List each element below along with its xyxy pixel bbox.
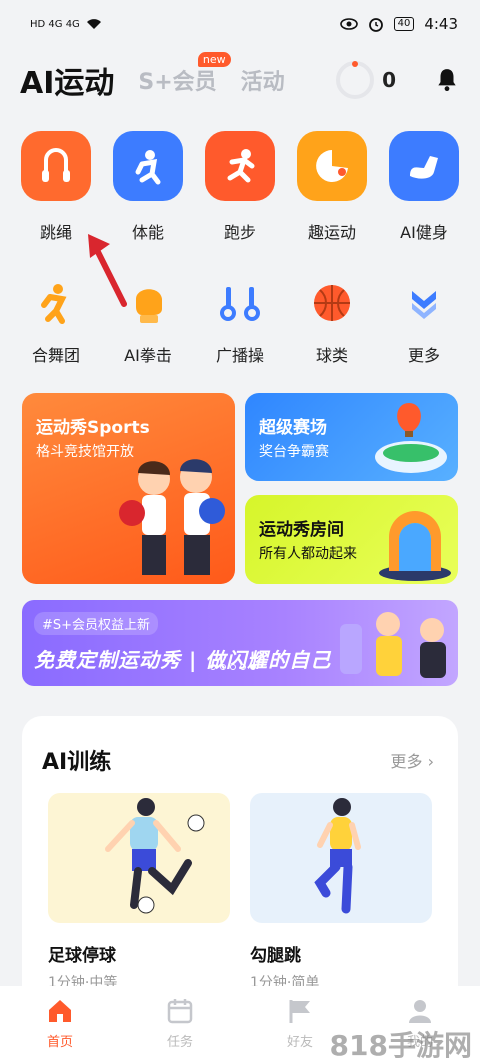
signal-text: HD 4G 4G (30, 18, 80, 30)
ai-training-section: AI训练 更多 › 足球停球 1分钟·中等 勾腿跳 1分钟·简单 (22, 716, 458, 1016)
course-name: 勾腿跳 (250, 946, 301, 966)
banner-subtitle: 所有人都动起来 (259, 546, 357, 562)
soccer-player-icon (105, 798, 205, 914)
carousel-dot[interactable] (240, 664, 246, 670)
carousel-dot[interactable] (210, 664, 216, 670)
battery-indicator: 40 (393, 17, 415, 31)
nav-tasks[interactable]: 任务 (140, 997, 220, 1050)
fun-sport-icon (297, 131, 367, 201)
carousel-dot[interactable] (230, 664, 236, 670)
new-badge: new (197, 52, 231, 67)
feature-jump-rope[interactable]: 跳绳 (10, 131, 102, 243)
app-header: AI运动 S+会员 new 活动 0 (20, 52, 460, 105)
ai-fitness-icon (389, 131, 459, 201)
running-icon (205, 131, 275, 201)
more-link[interactable]: 更多 › (391, 748, 435, 772)
tab-activity[interactable]: 活动 (241, 64, 285, 96)
flag-icon (289, 1000, 310, 1023)
feature-label: 更多 (407, 346, 440, 365)
nav-label: 好友 (286, 1035, 313, 1050)
characters-illustration-icon (340, 612, 446, 678)
feature-label: 广播操 (215, 346, 264, 365)
banner-title: 超级赛场 (259, 418, 327, 438)
feature-dance[interactable]: 合舞团 (10, 278, 102, 366)
feature-label: 球类 (315, 346, 348, 365)
eye-icon (339, 18, 358, 30)
carousel-dot-active[interactable] (250, 664, 256, 670)
profile-icon (409, 1000, 431, 1023)
status-signal: HD 4G 4G (30, 18, 102, 30)
feature-fitness[interactable]: 体能 (102, 131, 194, 243)
banner-sports-show[interactable]: 运动秀Sports 格斗竞技馆开放 (22, 393, 235, 584)
course-card[interactable]: 勾腿跳 1分钟·简单 (250, 793, 432, 992)
banner-title: 运动秀Sports (36, 418, 150, 438)
course-card[interactable]: 足球停球 1分钟·中等 (48, 793, 230, 992)
nav-label: 任务 (166, 1035, 193, 1050)
feature-exercise[interactable]: 广播操 (194, 278, 286, 366)
nav-friends[interactable]: 好友 (260, 997, 340, 1050)
feature-label: AI拳击 (124, 346, 172, 365)
feature-boxing[interactable]: AI拳击 (102, 278, 194, 366)
promo-tag: #S+会员权益上新 (34, 612, 159, 635)
carousel-dot[interactable] (220, 664, 226, 670)
clock: 4:43 (424, 15, 458, 33)
alarm-icon (368, 18, 383, 32)
fitness-icon (113, 131, 183, 201)
banner-show-room[interactable]: 运动秀房间 所有人都动起来 (245, 495, 458, 584)
boxers-illustration-icon (119, 459, 225, 575)
watermark: 818手游网 (329, 1029, 472, 1061)
feature-ai-fitness[interactable]: AI健身 (378, 131, 470, 243)
more-chevron-icon (399, 278, 449, 328)
exercise-icon (215, 278, 265, 328)
promo-banner[interactable]: #S+会员权益上新 免费定制运动秀 | 做闪耀的自己 (22, 600, 458, 686)
tab-vip-label: S+会员 (138, 70, 217, 95)
feature-running[interactable]: 跑步 (194, 131, 286, 243)
course-name: 足球停球 (48, 946, 116, 966)
banner-subtitle: 奖台争霸赛 (259, 444, 329, 460)
feature-more[interactable]: 更多 (378, 278, 470, 366)
status-bar: HD 4G 4G 40 4:43 (0, 0, 480, 48)
calendar-icon (167, 999, 193, 1024)
tab-vip[interactable]: S+会员 new (138, 52, 231, 96)
boxing-glove-icon (123, 278, 173, 328)
feature-label: 跑步 (223, 223, 256, 242)
promo-headline: 免费定制运动秀 | 做闪耀的自己 (34, 648, 332, 672)
feature-label: 体能 (131, 223, 164, 242)
feature-fun-sport[interactable]: 趣运动 (286, 131, 378, 243)
course-thumbnail (48, 793, 230, 923)
feature-label: 趣运动 (307, 223, 356, 242)
feature-label: 合舞团 (31, 346, 80, 365)
more-link-label: 更多 (390, 752, 423, 771)
portal-arch-icon (379, 511, 451, 581)
banner-title: 运动秀房间 (259, 520, 344, 540)
stadium-balloon-icon (375, 403, 447, 473)
nav-label: 首页 (46, 1035, 73, 1050)
section-title: AI训练 (42, 750, 112, 775)
nav-home[interactable]: 首页 (20, 997, 100, 1050)
bell-icon[interactable] (434, 67, 460, 93)
dance-icon (31, 278, 81, 328)
feature-label: AI健身 (400, 223, 448, 242)
wifi-icon (86, 19, 101, 29)
energy-ring-icon[interactable] (336, 61, 375, 99)
feature-grid-secondary: 合舞团 AI拳击 广播操 球类 更多 (0, 278, 480, 366)
feature-grid-primary: 跳绳 体能 跑步 趣运动 AI健身 (0, 131, 480, 243)
banner-super-arena[interactable]: 超级赛场 奖台争霸赛 (245, 393, 458, 481)
home-icon (49, 1000, 71, 1022)
hook-jump-player-icon (314, 798, 361, 914)
feature-label: 跳绳 (39, 223, 72, 242)
feature-ball[interactable]: 球类 (286, 278, 378, 366)
course-thumbnail (250, 793, 432, 923)
jump-rope-icon (21, 131, 91, 201)
ball-icon (307, 278, 357, 328)
page-title: AI运动 (20, 66, 115, 101)
points-count: 0 (382, 68, 396, 92)
carousel-dots (210, 664, 256, 670)
